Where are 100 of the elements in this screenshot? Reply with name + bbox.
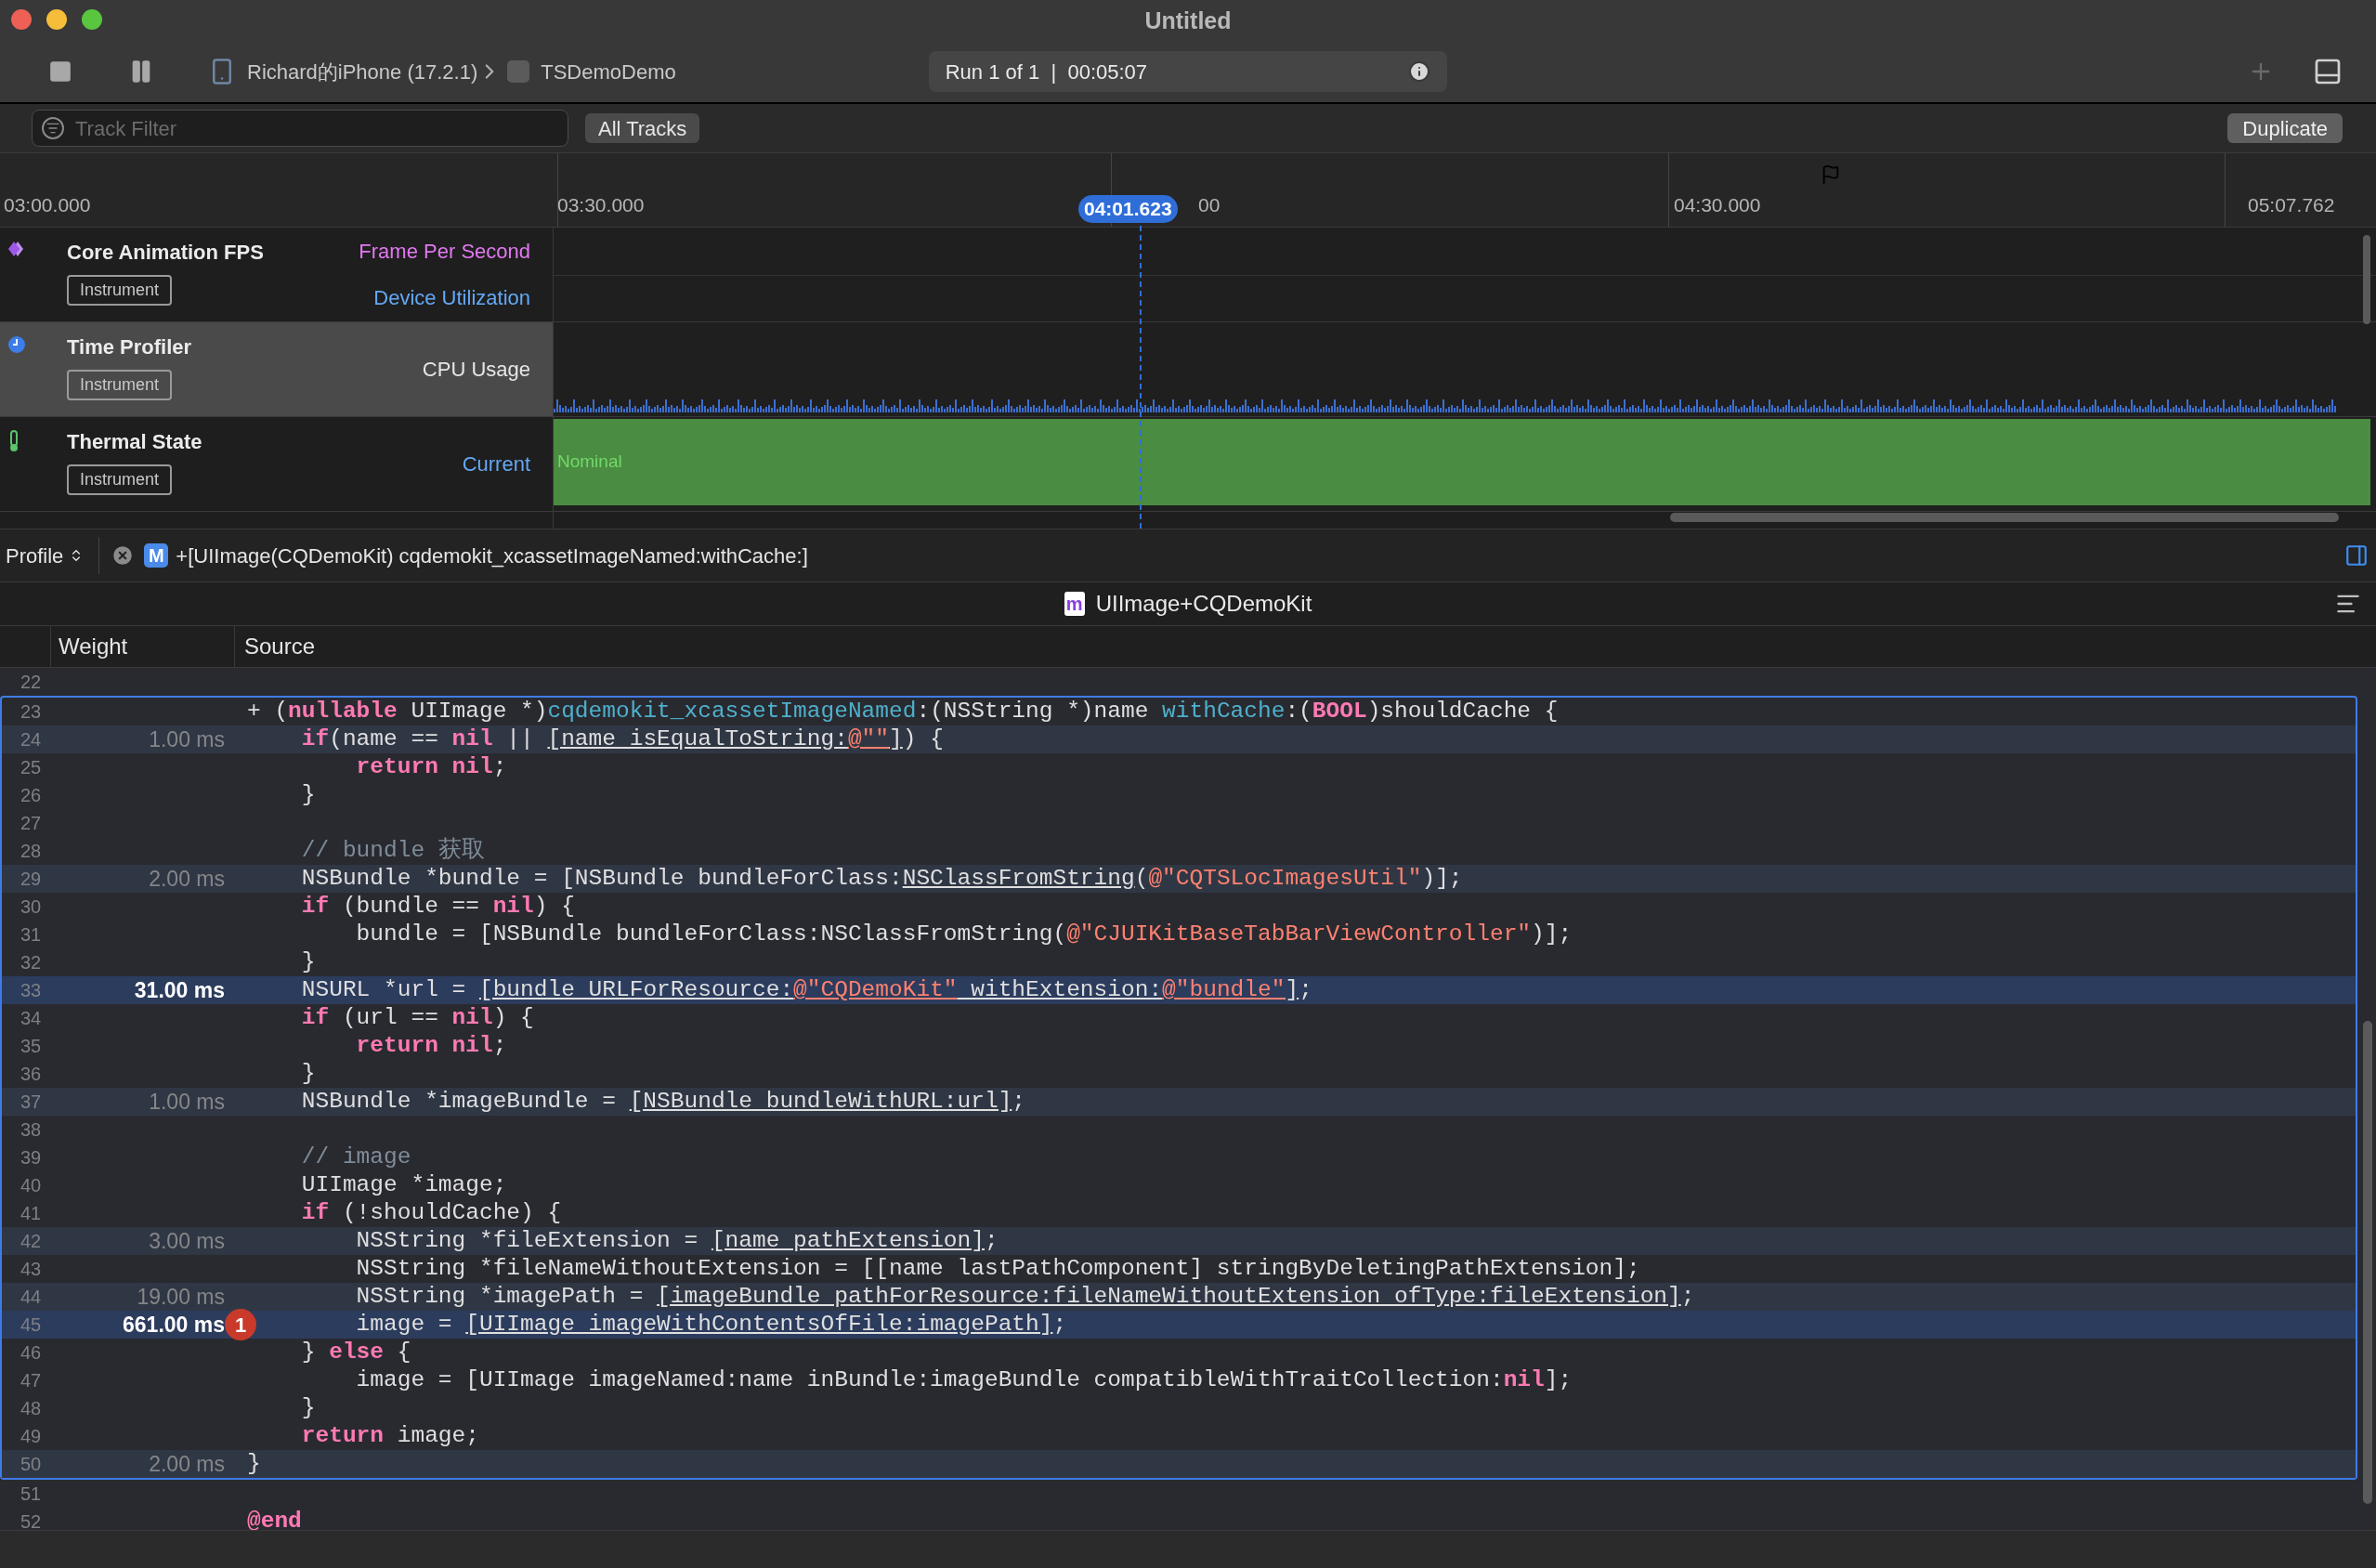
track-row[interactable]: Core Animation FPS Instrument Frame Per Second Device Utilization	[0, 228, 2376, 322]
run-status-field[interactable]: Run 1 of 1 | 00:05:07	[928, 51, 1447, 92]
line-number: 36	[20, 1063, 43, 1086]
device-name[interactable]: Richard的iPhone (17.2.1)	[247, 56, 478, 87]
line-number: 22	[20, 671, 43, 694]
weight-value: 1.00 ms	[149, 1088, 225, 1116]
close-window-button[interactable]	[11, 9, 32, 30]
vertical-scrollbar[interactable]	[2363, 235, 2370, 324]
code-line: NSString *fileNameWithoutExtension = [[name lastPathComponent] stringByDeletingPathExtension];	[355, 1255, 1640, 1283]
line-number: 45	[20, 1313, 43, 1337]
column-header[interactable]: Weight	[51, 626, 235, 667]
code-line: + (nullable UIImage *)cqdemokit_xcassetImageNamed:(NSString *)name withCache:(BOOL)shouldCache {	[247, 698, 1559, 725]
code-line: @end	[247, 1508, 302, 1530]
horizontal-scrollbar[interactable]	[1670, 513, 2339, 522]
line-number: 38	[20, 1118, 43, 1142]
filter-icon	[42, 117, 64, 139]
line-number: 50	[20, 1453, 43, 1476]
line-number: 26	[20, 784, 43, 807]
track-filter-field[interactable]: Track Filter	[32, 110, 568, 147]
code-line: image = [UIImage imageWithContentsOfFile:imagePath];	[355, 1311, 1067, 1339]
minimize-window-button[interactable]	[46, 9, 67, 30]
time-tick-label: 05:07.762	[2248, 192, 2335, 217]
code-line: }	[300, 781, 316, 809]
track-name: Core Animation FPS	[67, 240, 264, 266]
weight-value: 3.00 ms	[149, 1227, 225, 1255]
code-line: NSString *fileExtension = [name pathExtension];	[355, 1227, 999, 1255]
time-tick-label: 03:00.000	[4, 192, 91, 217]
weight-value: 661.00 ms	[123, 1311, 225, 1339]
code-row[interactable]: 33 31.00 ms NSURL *url = [bundle URLForResource:@"CQDemoKit" withExtension:@"bundle"];	[2, 976, 2356, 1004]
thermometer-icon	[7, 430, 20, 452]
track-label: CPU Usage	[422, 357, 530, 383]
line-number: 39	[20, 1146, 43, 1169]
app-name[interactable]: TSDemoDemo	[541, 56, 676, 87]
code-line: NSBundle *bundle = [NSBundle bundleForClass:NSClassFromString(@"CQTSLocImagesUtil")];	[300, 865, 1463, 893]
issue-badge: 1	[225, 1309, 256, 1340]
code-line: }	[247, 1450, 261, 1478]
track-row[interactable]: Thermal State Instrument Current Nominal	[0, 417, 2376, 512]
code-row[interactable]: 42 3.00 ms NSString *fileExtension = [name pathExtension];	[2, 1227, 2356, 1255]
instrument-tag: Instrument	[67, 370, 173, 400]
code-line: }	[300, 1394, 316, 1422]
track-filter-input[interactable]: Track Filter	[75, 112, 558, 144]
code-row[interactable]: 45 661.00 ms 1 image = [UIImage imageWithContentsOfFile:imagePath];	[2, 1311, 2356, 1339]
time-tick-label: 03:30.000	[557, 192, 645, 217]
line-number: 49	[20, 1425, 43, 1448]
code-row[interactable]: 44 19.00 ms NSString *imagePath = [imageBundle pathForResource:fileNameWithoutExtension ofType:fileExtension];	[2, 1283, 2356, 1311]
line-number: 35	[20, 1035, 43, 1058]
stop-button[interactable]	[48, 59, 72, 84]
code-row[interactable]: 24 1.00 ms if(name == nil || [name isEqualToString:@""]) {	[2, 725, 2356, 753]
code-line: NSBundle *imageBundle = [NSBundle bundleWithURL:url];	[300, 1088, 1026, 1116]
instrument-tag: Instrument	[67, 275, 173, 306]
thermal-state-label: Nominal	[557, 451, 622, 474]
track-label: Frame Per Second	[359, 238, 530, 265]
track-name: Thermal State	[67, 429, 202, 455]
code-line: return image;	[300, 1422, 479, 1450]
code-line: if (bundle == nil) {	[300, 893, 575, 921]
line-number: 32	[20, 951, 43, 974]
column-header[interactable]: Source	[235, 626, 316, 667]
file-name: UIImage+CQDemoKit	[1095, 590, 1312, 618]
zoom-window-button[interactable]	[82, 9, 102, 30]
all-tracks-button[interactable]: All Tracks	[585, 113, 700, 143]
instrument-tag: Instrument	[67, 464, 173, 495]
line-number: 46	[20, 1341, 43, 1365]
weight-value: 19.00 ms	[137, 1283, 225, 1311]
diamond-icon	[7, 241, 24, 257]
code-line: }	[300, 948, 316, 976]
line-number: 24	[20, 728, 43, 751]
code-line: NSString *imagePath = [imageBundle pathForResource:fileNameWithoutExtension ofType:fileExtension];	[355, 1283, 1695, 1311]
code-line: }	[300, 1060, 316, 1088]
code-line: } else {	[300, 1339, 411, 1366]
track-label: Current	[462, 451, 530, 477]
playhead-time-badge[interactable]: 04:01.623	[1078, 195, 1178, 223]
method-badge: M	[144, 543, 169, 568]
code-line: if(name == nil || [name isEqualToString:@""]) {	[300, 725, 944, 753]
weight-value: 2.00 ms	[149, 1450, 225, 1478]
line-number: 25	[20, 756, 43, 779]
app-icon	[507, 60, 530, 83]
info-icon[interactable]	[1407, 60, 1430, 83]
track-label: Device Utilization	[373, 285, 530, 312]
window-title: Untitled	[1144, 7, 1232, 36]
inspector-toggle-icon[interactable]	[2344, 543, 2369, 568]
time-tick-label: 04:30.000	[1674, 192, 1761, 217]
bottom-panel-icon[interactable]	[2313, 57, 2343, 86]
duplicate-button[interactable]: Duplicate	[2227, 113, 2343, 143]
code-scrollbar[interactable]	[2363, 1021, 2372, 1504]
code-line: // image	[300, 1143, 411, 1171]
line-number: 33	[20, 979, 43, 1002]
code-row[interactable]: 37 1.00 ms NSBundle *imageBundle = [NSBundle bundleWithURL:url];	[2, 1088, 2356, 1116]
track-row[interactable]: Time Profiler Instrument CPU Usage	[0, 322, 2376, 417]
line-number: 52	[20, 1510, 43, 1530]
code-line: return nil;	[355, 753, 507, 781]
profile-mode-selector[interactable]: Profile	[6, 540, 85, 571]
code-line: NSURL *url = [bundle URLForResource:@"CQDemoKit" withExtension:@"bundle"];	[300, 976, 1312, 1004]
line-number: 34	[20, 1007, 43, 1030]
code-line: if (url == nil) {	[300, 1004, 534, 1032]
file-type-badge: m	[1064, 592, 1085, 616]
code-line: // bundle 获取	[300, 837, 485, 865]
line-number: 23	[20, 700, 43, 724]
code-row[interactable]: 29 2.00 ms NSBundle *bundle = [NSBundle bundleForClass:NSClassFromString(@"CQTSLocImagesUtil")];	[2, 865, 2356, 893]
code-row[interactable]: 50 2.00 ms }	[2, 1450, 2356, 1478]
weight-value: 31.00 ms	[134, 976, 225, 1004]
